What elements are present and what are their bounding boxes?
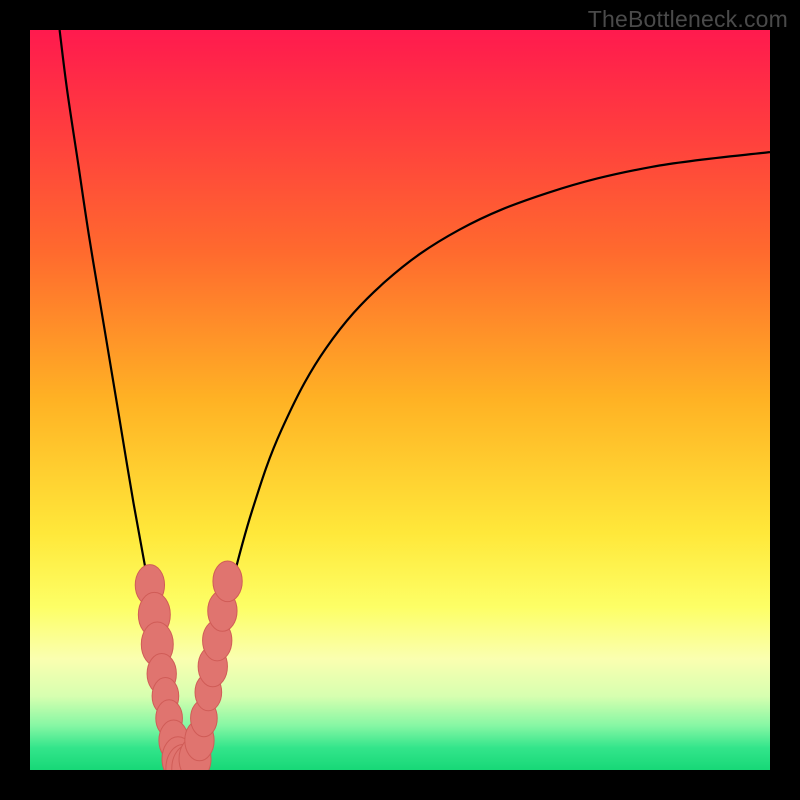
plot-area xyxy=(30,30,770,770)
outer-frame: TheBottleneck.com xyxy=(0,0,800,800)
watermark-text: TheBottleneck.com xyxy=(588,6,788,33)
gradient-background xyxy=(30,30,770,770)
chart-svg xyxy=(30,30,770,770)
data-marker xyxy=(213,561,242,602)
